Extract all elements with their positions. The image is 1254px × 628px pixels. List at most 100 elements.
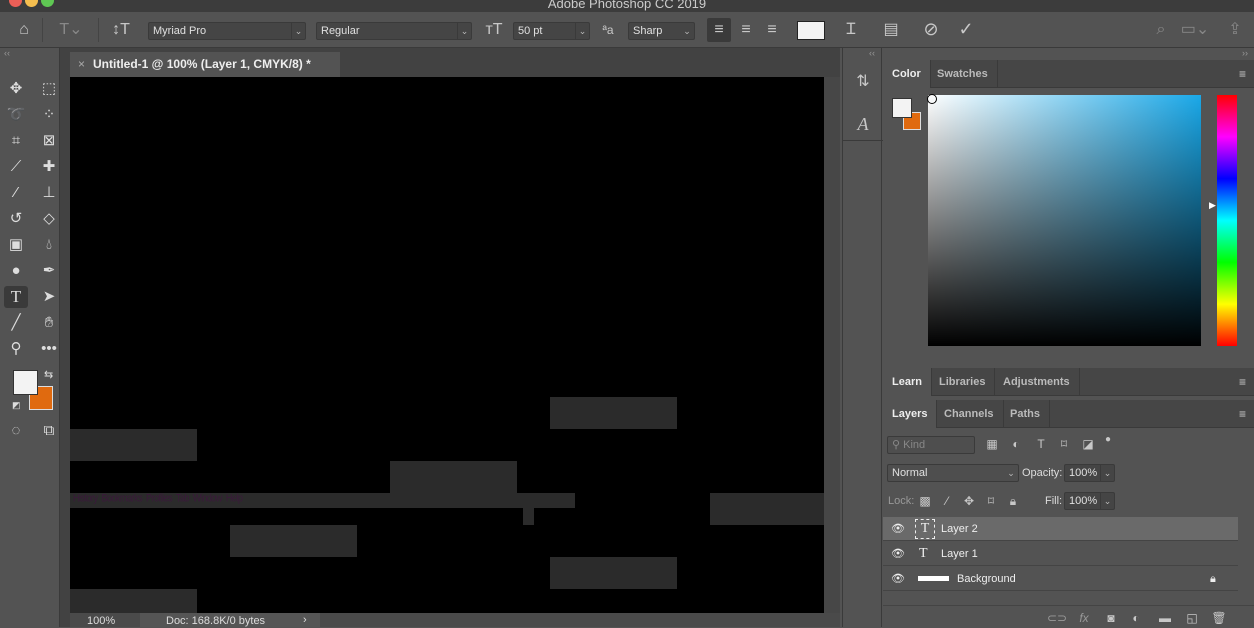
- default-colors-icon[interactable]: ◩: [12, 400, 21, 411]
- move-tool-icon[interactable]: ✥: [4, 78, 28, 100]
- color-picker-handle[interactable]: [927, 94, 937, 104]
- visibility-eye-icon[interactable]: 👁︎: [891, 517, 905, 541]
- adjustment-filter-icon[interactable]: ◐: [1007, 434, 1025, 454]
- tab-channels[interactable]: Channels: [935, 400, 1004, 428]
- zoom-tool-icon[interactable]: ⚲: [4, 338, 28, 360]
- frame-tool-icon[interactable]: ⊠: [37, 130, 61, 152]
- close-tab-icon[interactable]: ×: [78, 57, 85, 71]
- font-family-select[interactable]: Myriad Pro ⌄: [148, 22, 306, 40]
- font-style-select[interactable]: Regular ⌄: [316, 22, 472, 40]
- blend-mode-select[interactable]: Normal ⌄: [887, 464, 1019, 482]
- dodge-tool-icon[interactable]: ●: [4, 260, 28, 282]
- opacity-field[interactable]: 100% ⌄: [1064, 464, 1115, 482]
- zoom-level[interactable]: 100%: [87, 615, 115, 627]
- lock-transparent-icon[interactable]: ▩: [917, 491, 933, 511]
- fill-field[interactable]: 100% ⌄: [1064, 492, 1115, 510]
- image-filter-icon[interactable]: ▦: [983, 434, 1001, 454]
- delete-layer-icon[interactable]: 🗑︎: [1210, 608, 1228, 628]
- warp-text-icon[interactable]: Ɪ: [840, 20, 862, 40]
- visibility-eye-icon[interactable]: 👁︎: [891, 542, 905, 566]
- fx-icon[interactable]: fx: [1075, 608, 1093, 628]
- marquee-tool-icon[interactable]: ⬚: [37, 78, 61, 100]
- shape-filter-icon[interactable]: ⌑: [1055, 434, 1073, 454]
- collapse-icon[interactable]: ‹‹: [4, 48, 10, 58]
- healing-brush-tool-icon[interactable]: ✚: [37, 156, 61, 178]
- path-selection-tool-icon[interactable]: ➤: [37, 286, 61, 308]
- new-group-icon[interactable]: ▬: [1156, 608, 1174, 628]
- search-icon[interactable]: ⌕: [1150, 20, 1172, 40]
- smart-object-filter-icon[interactable]: ◪: [1079, 434, 1097, 454]
- cancel-icon[interactable]: ⊘: [920, 19, 942, 39]
- line-tool-icon[interactable]: ╱: [4, 312, 28, 334]
- type-tool-icon[interactable]: T: [4, 286, 28, 308]
- gradient-tool-icon[interactable]: ▣: [4, 234, 28, 256]
- tab-layers[interactable]: Layers: [883, 400, 938, 428]
- history-brush-tool-icon[interactable]: ↺: [4, 208, 28, 230]
- stamp-tool-icon[interactable]: ⊥: [37, 182, 61, 204]
- share-icon[interactable]: ⇪: [1224, 20, 1246, 40]
- more-tools-icon[interactable]: •••: [37, 338, 61, 360]
- eyedropper-tool-icon[interactable]: ⟋: [4, 156, 28, 178]
- tab-libraries[interactable]: Libraries: [930, 368, 996, 396]
- character-panel-icon[interactable]: A: [852, 114, 874, 134]
- lasso-tool-icon[interactable]: ➰: [4, 104, 28, 126]
- lock-pixels-icon[interactable]: ⁄: [939, 491, 955, 511]
- align-right-icon[interactable]: ≡: [761, 20, 783, 40]
- brush-tool-icon[interactable]: ⁄: [4, 182, 28, 204]
- hue-slider[interactable]: [1217, 95, 1237, 346]
- hue-slider-handle[interactable]: ▶: [1209, 200, 1216, 211]
- foreground-color-swatch[interactable]: [13, 370, 38, 395]
- expand-icon[interactable]: ››: [1242, 48, 1248, 58]
- new-layer-icon[interactable]: ◱: [1183, 608, 1201, 628]
- vertical-scrollbar[interactable]: [824, 77, 840, 613]
- tab-adjustments[interactable]: Adjustments: [994, 368, 1080, 396]
- pen-tool-icon[interactable]: ✒︎: [37, 260, 61, 282]
- home-icon[interactable]: ⌂: [14, 20, 34, 40]
- tab-color[interactable]: Color: [883, 60, 931, 88]
- lock-position-icon[interactable]: ✥: [961, 491, 977, 511]
- link-layers-icon[interactable]: ⊂⊃: [1047, 608, 1067, 628]
- tab-learn[interactable]: Learn: [883, 368, 932, 396]
- commit-icon[interactable]: ✓: [955, 19, 977, 39]
- panel-menu-icon[interactable]: ≡: [1239, 67, 1246, 81]
- workspace-icon[interactable]: ▭⌄: [1180, 20, 1210, 40]
- align-center-icon[interactable]: ≡: [735, 20, 757, 40]
- quick-mask-icon[interactable]: ◌: [4, 420, 28, 442]
- eraser-tool-icon[interactable]: ◇: [37, 208, 61, 230]
- filter-toggle-icon[interactable]: ●: [1101, 430, 1115, 450]
- lock-all-icon[interactable]: 🔒︎: [1005, 491, 1021, 511]
- layer-row-background[interactable]: 👁︎ Background 🔒︎: [883, 567, 1238, 591]
- canvas[interactable]: History Bookmarks Profiles Tab Window He…: [70, 77, 824, 613]
- panel-menu-icon[interactable]: ≡: [1239, 407, 1246, 421]
- quick-selection-tool-icon[interactable]: ⁘: [37, 104, 61, 126]
- tab-swatches[interactable]: Swatches: [928, 60, 998, 88]
- layer-row-layer-1[interactable]: 👁︎ T Layer 1: [883, 542, 1238, 566]
- character-panel-icon[interactable]: ▤: [880, 20, 902, 40]
- orientation-toggle-icon[interactable]: ↕T: [110, 20, 132, 40]
- align-left-icon[interactable]: ≡: [707, 18, 731, 42]
- history-panel-icon[interactable]: ⇅: [852, 72, 874, 92]
- hand-tool-icon[interactable]: ✋︎: [37, 312, 61, 334]
- anti-alias-select[interactable]: Sharp ⌄: [628, 22, 695, 40]
- layer-filter-select[interactable]: ⚲ Kind: [887, 436, 975, 454]
- text-color-swatch[interactable]: [797, 21, 825, 40]
- foreground-color-swatch[interactable]: [892, 98, 912, 118]
- type-filter-icon[interactable]: T: [1032, 434, 1050, 454]
- screen-mode-icon[interactable]: ⧉: [37, 420, 61, 442]
- crop-tool-icon[interactable]: ⌗: [4, 130, 28, 152]
- panel-menu-icon[interactable]: ≡: [1239, 375, 1246, 389]
- visibility-eye-icon[interactable]: 👁︎: [891, 567, 905, 591]
- color-field[interactable]: [927, 94, 1201, 346]
- add-mask-icon[interactable]: ◙: [1102, 608, 1120, 628]
- collapse-icon[interactable]: ‹‹: [869, 48, 875, 58]
- lock-artboard-icon[interactable]: ⌑: [983, 491, 999, 511]
- font-size-select[interactable]: 50 pt ⌄: [513, 22, 590, 40]
- swap-colors-icon[interactable]: ⇆: [44, 368, 53, 381]
- adjustment-layer-icon[interactable]: ◐: [1127, 608, 1145, 628]
- layer-row-layer-2[interactable]: 👁︎ T Layer 2: [883, 517, 1238, 541]
- tab-paths[interactable]: Paths: [1001, 400, 1050, 428]
- chevron-right-icon[interactable]: ›: [303, 614, 307, 626]
- type-tool-icon[interactable]: T⌄: [56, 20, 86, 40]
- blur-tool-icon[interactable]: 💧︎: [37, 234, 61, 256]
- document-tab[interactable]: × Untitled-1 @ 100% (Layer 1, CMYK/8) *: [70, 52, 340, 77]
